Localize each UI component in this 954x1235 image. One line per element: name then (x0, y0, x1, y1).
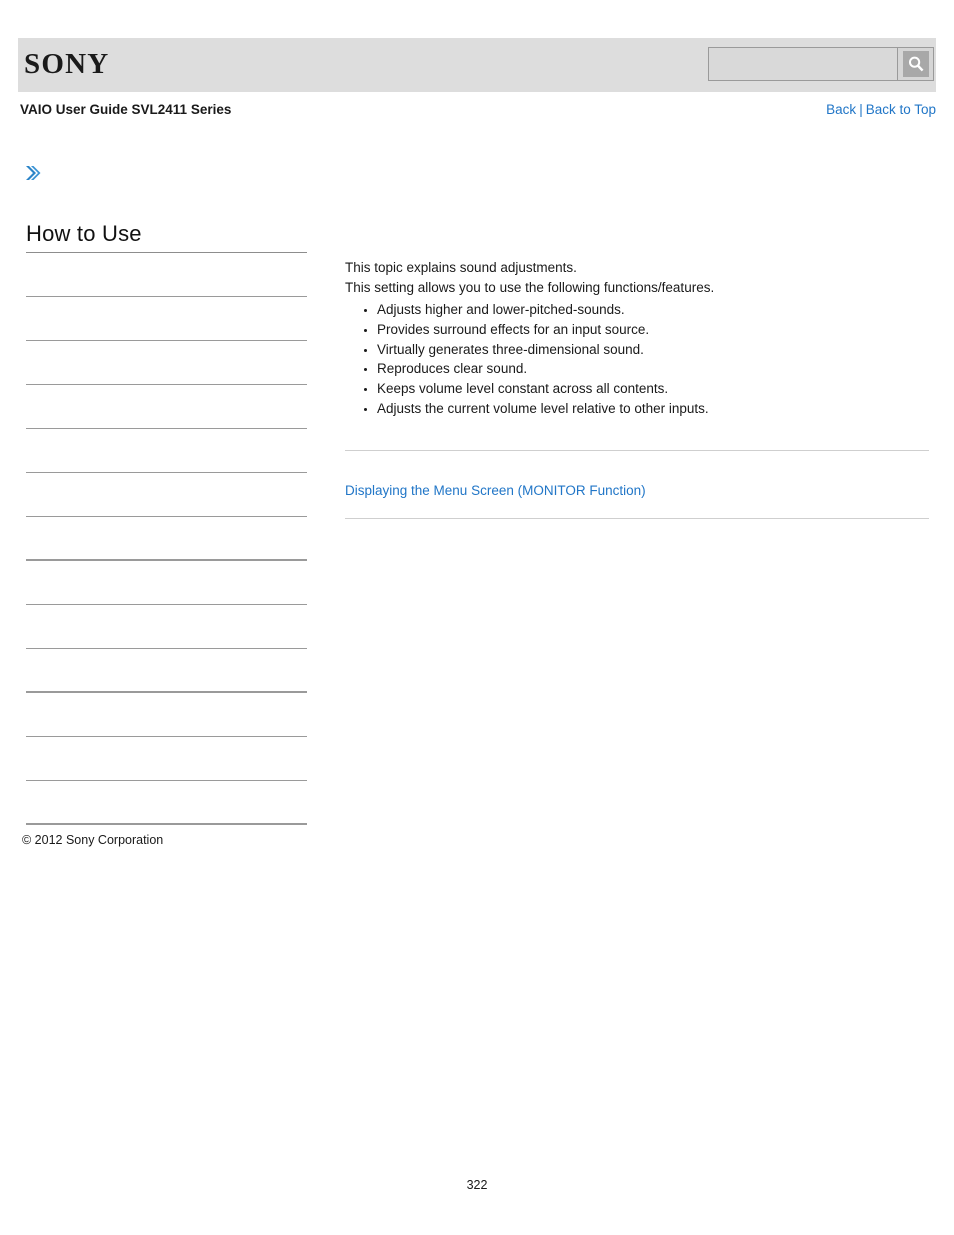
sub-header: VAIO User Guide SVL2411 Series Back | Back… (18, 100, 936, 122)
related-section-top-divider (345, 450, 929, 451)
list-item: Adjusts higher and lower-pitched-sounds. (377, 300, 929, 320)
intro-line-2: This setting allows you to use the follo… (345, 280, 715, 295)
search-input[interactable] (709, 48, 897, 80)
search-icon (902, 51, 929, 77)
page-number: 322 (466, 1178, 488, 1192)
list-item: Keeps volume level constant across all c… (377, 379, 929, 399)
sidebar-item[interactable] (26, 253, 307, 297)
list-item: Adjusts the current volume level relativ… (377, 399, 929, 419)
sidebar-item[interactable] (26, 737, 307, 781)
sidebar-title: How to Use (26, 221, 142, 246)
sidebar-item[interactable] (26, 297, 307, 341)
nav-separator: | (859, 102, 863, 117)
sidebar-item[interactable] (26, 517, 307, 561)
back-link[interactable]: Back (826, 102, 856, 117)
sidebar-item[interactable] (26, 561, 307, 605)
sidebar-item[interactable] (26, 341, 307, 385)
sidebar-item[interactable] (26, 693, 307, 737)
sidebar-item[interactable] (26, 649, 307, 693)
sony-logo: SONY (24, 48, 110, 80)
site-header: SONY (18, 38, 936, 92)
header-nav: Back | Back to Top (826, 100, 936, 120)
sidebar-item[interactable] (26, 385, 307, 429)
related-topic-link[interactable]: Displaying the Menu Screen (MONITOR Func… (345, 483, 646, 498)
sidebar-item[interactable] (26, 473, 307, 517)
search-button[interactable] (897, 48, 933, 80)
sidebar: How to Use (26, 220, 307, 825)
sidebar-item[interactable] (26, 781, 307, 825)
list-item: Reproduces clear sound. (377, 359, 929, 379)
related-section-bottom-divider (345, 518, 929, 519)
sidebar-item[interactable] (26, 429, 307, 473)
document-page: SONY VAIO User Guide SVL2411 Series Back… (0, 0, 954, 1235)
back-to-top-link[interactable]: Back to Top (866, 102, 936, 117)
list-item: Provides surround effects for an input s… (377, 320, 929, 340)
guide-title: VAIO User Guide SVL2411 Series (20, 102, 232, 117)
list-item: Virtually generates three-dimensional so… (377, 340, 929, 360)
related-topics: Displaying the Menu Screen (MONITOR Func… (345, 481, 929, 501)
search-box (708, 47, 934, 81)
sidebar-item[interactable] (26, 605, 307, 649)
copyright-notice: © 2012 Sony Corporation (22, 833, 164, 847)
sidebar-nav-list (26, 253, 307, 825)
main-content: This topic explains sound adjustments. T… (345, 258, 929, 419)
chevron-double-right-icon[interactable] (24, 163, 42, 183)
feature-list: Adjusts higher and lower-pitched-sounds.… (345, 300, 929, 419)
intro-line-1: This topic explains sound adjustments. (345, 260, 577, 275)
